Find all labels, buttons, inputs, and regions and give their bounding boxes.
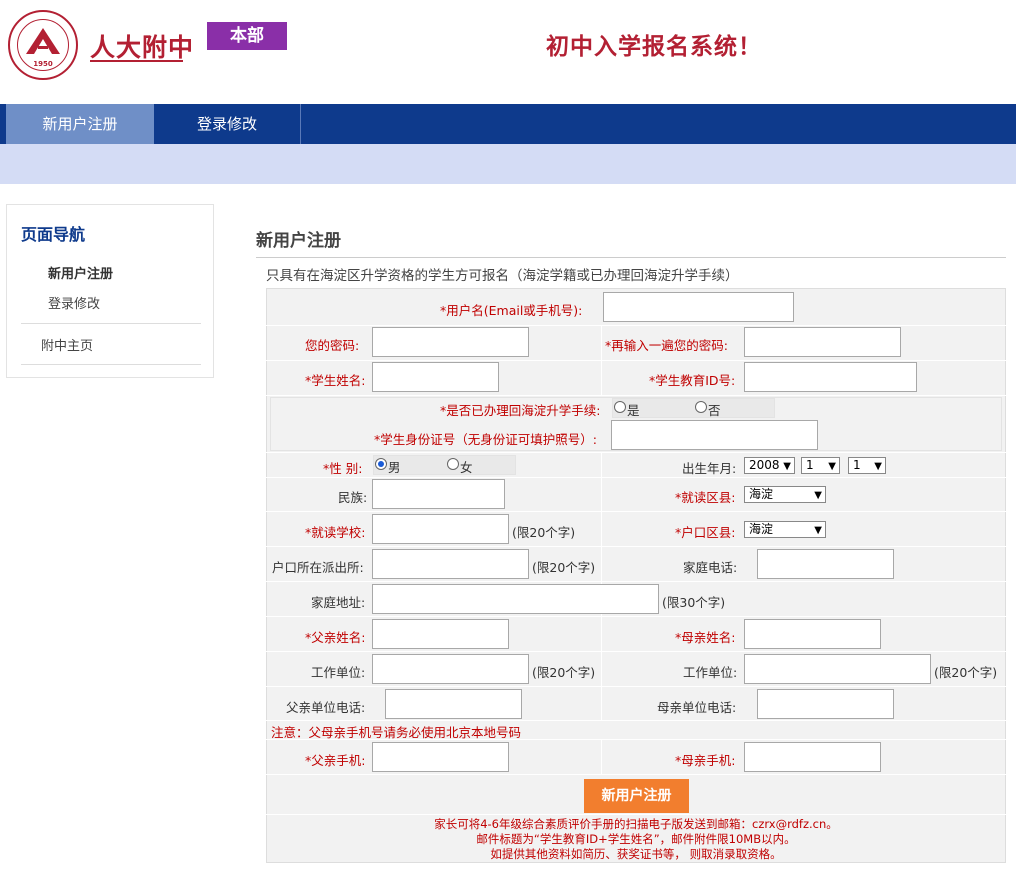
sidebar-item-login-modify[interactable]: 登录修改 xyxy=(48,293,100,312)
gender-male-radio[interactable] xyxy=(375,458,387,470)
police-station-hint: (限20个字) xyxy=(532,560,596,575)
birth-year-select[interactable]: 2008 ▼ xyxy=(744,457,795,474)
father-work-phone-input[interactable] xyxy=(385,689,522,719)
gender-female-radio[interactable] xyxy=(447,458,459,470)
school-hint: (限20个字) xyxy=(512,525,576,540)
police-station-label: 户口所在派出所: xyxy=(272,560,364,575)
home-phone-label: 家庭电话: xyxy=(683,560,738,575)
gender-label: *性 别: xyxy=(323,461,363,476)
transfer-label: *是否已办理回海淀升学手续: xyxy=(440,403,601,418)
sidebar-title: 页面导航 xyxy=(21,225,86,244)
transfer-yes-radio[interactable] xyxy=(614,401,626,413)
logo-emblem-icon xyxy=(26,28,60,54)
birth-day-select[interactable]: 1 ▼ xyxy=(848,457,886,474)
mother-mobile-label: *母亲手机: xyxy=(675,753,736,768)
footer-note-warning: 如提供其他资料如简历、获奖证书等， 则取消录取资格。 xyxy=(490,847,782,861)
school-input[interactable] xyxy=(372,514,509,544)
address-input[interactable] xyxy=(372,584,659,614)
mother-name-input[interactable] xyxy=(744,619,881,649)
student-id-label: *学生教育ID号: xyxy=(649,373,736,388)
hukou-district-label: *户口区县: xyxy=(675,525,736,540)
transfer-no-radio[interactable] xyxy=(695,401,707,413)
father-name-label: *父亲姓名: xyxy=(305,630,366,645)
student-name-input[interactable] xyxy=(372,362,499,392)
father-mobile-input[interactable] xyxy=(372,742,509,772)
school-label: *就读学校: xyxy=(305,525,366,540)
footer-note-subject: 邮件标题为“学生教育ID+学生姓名”，邮件附件限10MB以内。 xyxy=(476,832,796,846)
mother-work-label: 工作单位: xyxy=(683,665,738,680)
chevron-down-icon: ▼ xyxy=(828,461,836,472)
gender-female-label: 女 xyxy=(460,460,473,475)
student-name-label: *学生姓名: xyxy=(305,373,366,388)
mother-name-label: *母亲姓名: xyxy=(675,630,736,645)
footer-note-email: 家长可将4-6年级综合素质评价手册的扫描电子版发送到邮箱：czrx@rdfz.c… xyxy=(434,817,838,831)
father-mobile-label: *父亲手机: xyxy=(305,753,366,768)
school-name-underline xyxy=(90,60,183,62)
sidebar: 页面导航 新用户注册 登录修改 附中主页 xyxy=(6,204,214,378)
sidebar-divider xyxy=(21,323,201,324)
tab-login-modify[interactable]: 登录修改 xyxy=(154,104,301,144)
top-navbar: 新用户注册 登录修改 xyxy=(0,104,1016,144)
father-name-input[interactable] xyxy=(372,619,509,649)
gender-male-label: 男 xyxy=(388,460,401,475)
logo-year: 1950 xyxy=(33,60,53,68)
chevron-down-icon: ▼ xyxy=(814,525,822,536)
eligibility-notice: 只具有在海淀区升学资格的学生方可报名（海淀学籍或已办理回海淀升学手续） xyxy=(266,268,739,284)
sidebar-item-new-user-register[interactable]: 新用户注册 xyxy=(48,263,113,282)
sidebar-item-school-home[interactable]: 附中主页 xyxy=(41,335,93,354)
confirm-password-label: *再输入一遍您的密码: xyxy=(605,338,728,353)
police-station-input[interactable] xyxy=(372,549,529,579)
username-input[interactable] xyxy=(603,292,794,322)
chevron-down-icon: ▼ xyxy=(814,490,822,501)
hukou-district-select[interactable]: 海淀 ▼ xyxy=(744,521,826,538)
username-label: *用户名(Email或手机号): xyxy=(440,303,583,318)
district-label: *就读区县: xyxy=(675,490,736,505)
tab-new-user-register[interactable]: 新用户注册 xyxy=(6,104,154,144)
mother-work-phone-input[interactable] xyxy=(757,689,894,719)
father-work-phone-label: 父亲单位电话: xyxy=(286,700,366,715)
title-divider xyxy=(256,257,1006,258)
idcard-label: *学生身份证号（无身份证可填护照号）: xyxy=(374,432,597,447)
sidebar-divider xyxy=(21,364,201,365)
mother-mobile-input[interactable] xyxy=(744,742,881,772)
father-work-input[interactable] xyxy=(372,654,529,684)
sub-navbar xyxy=(0,144,1016,184)
phone-warning: 注意：父母亲手机号请务必使用北京本地号码 xyxy=(271,725,522,740)
register-submit-button[interactable]: 新用户注册 xyxy=(584,779,689,813)
password-input[interactable] xyxy=(372,327,529,357)
father-work-hint: (限20个字) xyxy=(532,665,596,680)
header: 1950 人大附中 本部 初中入学报名系统！ xyxy=(0,0,1016,104)
transfer-no-label: 否 xyxy=(708,403,721,418)
campus-badge: 本部 xyxy=(207,22,287,50)
transfer-yes-label: 是 xyxy=(627,403,640,418)
address-hint: (限30个字) xyxy=(662,595,726,610)
password-label: 您的密码: xyxy=(305,338,360,353)
home-phone-input[interactable] xyxy=(757,549,894,579)
chevron-down-icon: ▼ xyxy=(783,461,791,472)
father-work-label: 工作单位: xyxy=(311,665,366,680)
chevron-down-icon: ▼ xyxy=(874,461,882,472)
mother-work-input[interactable] xyxy=(744,654,931,684)
confirm-password-input[interactable] xyxy=(744,327,901,357)
ethnicity-label: 民族: xyxy=(338,490,368,505)
school-name: 人大附中 xyxy=(90,33,195,62)
mother-work-hint: (限20个字) xyxy=(934,665,998,680)
address-label: 家庭地址: xyxy=(311,595,366,610)
student-id-input[interactable] xyxy=(744,362,917,392)
mother-work-phone-label: 母亲单位电话: xyxy=(657,700,737,715)
school-logo: 1950 xyxy=(8,10,78,80)
district-select[interactable]: 海淀 ▼ xyxy=(744,486,826,503)
system-title: 初中入学报名系统！ xyxy=(546,34,762,60)
birth-month-select[interactable]: 1 ▼ xyxy=(801,457,840,474)
ethnicity-input[interactable] xyxy=(372,479,505,509)
birth-label: 出生年月: xyxy=(682,461,737,476)
page-title: 新用户注册 xyxy=(256,231,341,251)
idcard-input[interactable] xyxy=(611,420,818,450)
